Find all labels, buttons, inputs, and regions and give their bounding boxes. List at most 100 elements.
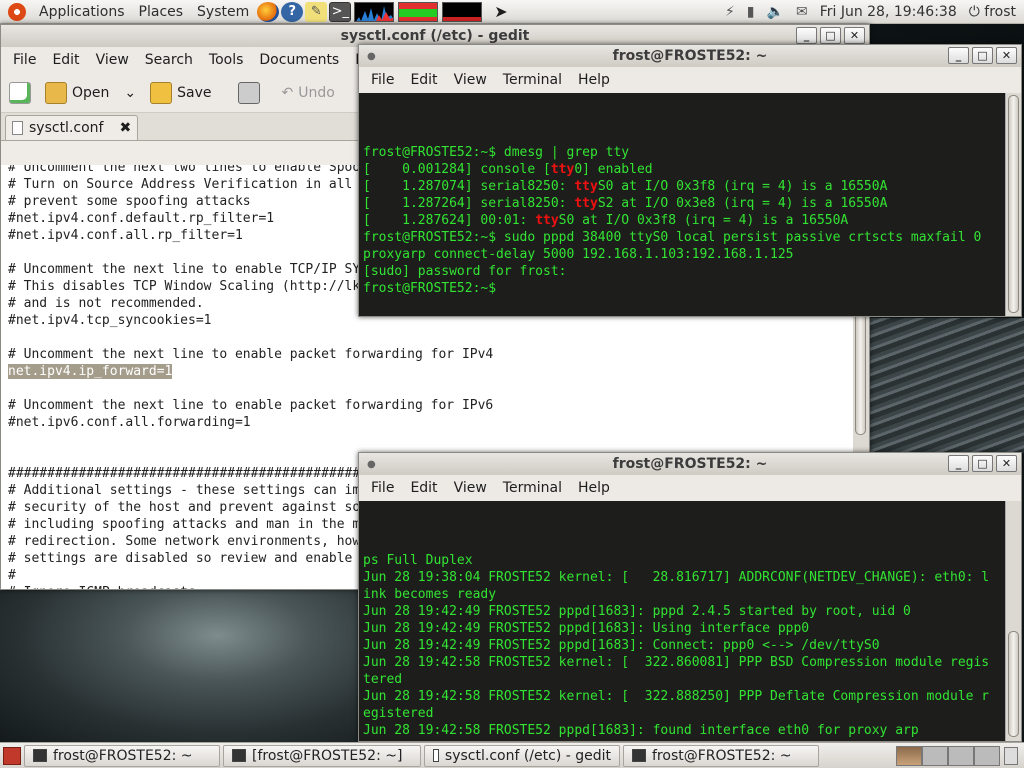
open-button[interactable]: Open ⌄ [45,81,136,104]
workspace-2[interactable] [922,745,948,766]
editor-line[interactable]: # Uncomment the next line to enable pack… [8,346,869,363]
menu-applications[interactable]: Applications [32,4,132,20]
network-monitor-icon[interactable] [442,1,483,22]
workspace-4[interactable] [974,745,1000,766]
maximize-button[interactable]: □ [972,455,993,472]
terminal-line: frost@FROSTE52:~$ [363,281,497,296]
show-desktop-icon[interactable] [3,746,21,765]
term2-menu-file[interactable]: File [363,480,402,496]
menu-system[interactable]: System [190,4,256,20]
terminal2-output[interactable]: ps Full Duplex Jun 28 19:38:04 FROSTE52 k… [359,501,1021,741]
folder-icon [45,81,67,104]
terminal-window-2: ● frost@FROSTE52: ~ _ □ ✕ File Edit View… [358,452,1022,742]
ubuntu-logo-icon[interactable] [8,2,26,21]
terminal2-titlebar[interactable]: ● frost@FROSTE52: ~ _ □ ✕ [359,453,1021,475]
term1-menu-edit[interactable]: Edit [402,72,445,88]
term1-menu-help[interactable]: Help [570,72,618,88]
gedit-title: sysctl.conf (/etc) - gedit [340,28,530,44]
terminal1-menubar: File Edit View Terminal Help [359,67,1021,93]
minimize-button[interactable]: _ [948,47,969,64]
mail-icon[interactable]: ✉ [796,4,808,20]
trash-icon[interactable] [1004,746,1018,765]
term1-menu-terminal[interactable]: Terminal [495,72,570,88]
terminal2-title: frost@FROSTE52: ~ [612,456,768,472]
network-disconnected-icon[interactable]: ⚡ [725,4,735,20]
taskbar-button[interactable]: frost@FROSTE52: ~ [24,744,220,767]
firefox-icon[interactable]: ​ [257,1,280,22]
terminal1-scrollbar[interactable] [1005,93,1021,316]
terminal-line: [ 1.287624] 00:01: ttyS0 at I/O 0x3f8 (i… [363,213,849,228]
term2-menu-view[interactable]: View [446,480,495,496]
taskbar-button[interactable]: sysctl.conf (/etc) - gedit [424,744,620,767]
print-button[interactable] [237,81,260,104]
taskbar-button[interactable]: frost@FROSTE52: ~ [623,744,819,767]
terminal-icon[interactable]: >_ [329,1,352,22]
workspace-1[interactable] [896,745,922,766]
taskbar-label: frost@FROSTE52: ~ [652,747,792,764]
save-button[interactable]: Save [150,81,212,104]
text-editor-icon [433,749,439,762]
terminal-line: [ 1.287074] serial8250: ttyS0 at I/O 0x3… [363,179,888,194]
new-document-icon [9,81,31,104]
terminal2-scrollbar-thumb[interactable] [1008,631,1019,737]
battery-icon[interactable]: ▮ [747,4,755,20]
editor-line[interactable] [8,431,869,448]
top-panel: Applications Places System ​ ? ✎ >_ ➤ ⚡ … [0,0,1024,24]
term2-menu-edit[interactable]: Edit [402,480,445,496]
user-menu[interactable]: ⏻ frost [969,4,1016,20]
chevron-down-icon[interactable]: ⌄ [124,85,136,101]
terminal1-scrollbar-thumb[interactable] [1008,95,1019,313]
gedit-menu-edit[interactable]: Edit [44,52,87,68]
taskbar: frost@FROSTE52: ~ [frost@FROSTE52: ~] sysc… [21,744,819,767]
close-button[interactable]: ✕ [996,47,1017,64]
terminal1-titlebar[interactable]: ● frost@FROSTE52: ~ _ □ ✕ [359,45,1021,67]
minimize-button[interactable]: _ [948,455,969,472]
gedit-menu-tools[interactable]: Tools [201,52,252,68]
power-icon: ⏻ [968,3,980,20]
editor-line[interactable]: #net.ipv6.conf.all.forwarding=1 [8,414,869,431]
term2-menu-help[interactable]: Help [570,480,618,496]
editor-line[interactable]: net.ipv4.ip_forward=1 [8,363,869,380]
terminal2-menubar: File Edit View Terminal Help [359,475,1021,501]
tab-sysctl-conf[interactable]: sysctl.conf ✖ [5,115,139,140]
gedit-menu-documents[interactable]: Documents [251,52,347,68]
user-name: frost [984,3,1016,20]
cpu-monitor-icon[interactable] [354,1,395,22]
menu-places[interactable]: Places [132,4,191,20]
workspace-3[interactable] [948,745,974,766]
terminal-line: Jun 28 19:42:58 FROSTE52 pppd[1683]: loc… [363,739,1017,741]
term1-menu-view[interactable]: View [446,72,495,88]
maximize-button[interactable]: □ [972,47,993,64]
editor-line[interactable] [8,380,869,397]
maximize-button[interactable]: □ [820,27,841,44]
minimize-button[interactable]: _ [796,27,817,44]
editor-line[interactable] [8,329,869,346]
terminal-icon [232,749,246,762]
term2-menu-terminal[interactable]: Terminal [495,480,570,496]
notes-icon[interactable]: ✎ [305,1,328,22]
editor-line[interactable]: # Uncomment the next line to enable pack… [8,397,869,414]
new-document-button[interactable] [9,81,31,104]
taskbar-button[interactable]: [frost@FROSTE52: ~] [223,744,421,767]
volume-icon[interactable]: 🔈 [767,4,784,20]
close-button[interactable]: ✕ [996,455,1017,472]
help-icon[interactable]: ? [281,1,304,22]
terminal-line: Jun 28 19:42:49 FROSTE52 pppd[1683]: Usi… [363,621,810,636]
desktop-wallpaper-sea [0,590,362,742]
close-tab-icon[interactable]: ✖ [119,120,131,136]
terminal1-output[interactable]: frost@FROSTE52:~$ dmesg | grep tty [ 0.00… [359,93,1021,316]
terminal-line: Jun 28 19:38:04 FROSTE52 kernel: [ 28.81… [363,570,990,585]
gedit-menu-search[interactable]: Search [137,52,201,68]
terminal-line: frost@FROSTE52:~$ dmesg | grep tty [363,145,630,160]
gedit-menu-file[interactable]: File [5,52,44,68]
printer-icon [237,81,260,104]
undo-button[interactable]: ↶ Undo [282,85,335,101]
tab-label: sysctl.conf [29,120,104,136]
term1-menu-file[interactable]: File [363,72,402,88]
terminal2-scrollbar[interactable] [1005,501,1021,741]
clock[interactable]: Fri Jun 28, 19:46:38 [820,4,957,20]
workspace-switcher[interactable] [896,745,1000,766]
close-button[interactable]: ✕ [844,27,865,44]
memory-monitor-icon[interactable] [398,1,439,22]
gedit-menu-view[interactable]: View [88,52,137,68]
